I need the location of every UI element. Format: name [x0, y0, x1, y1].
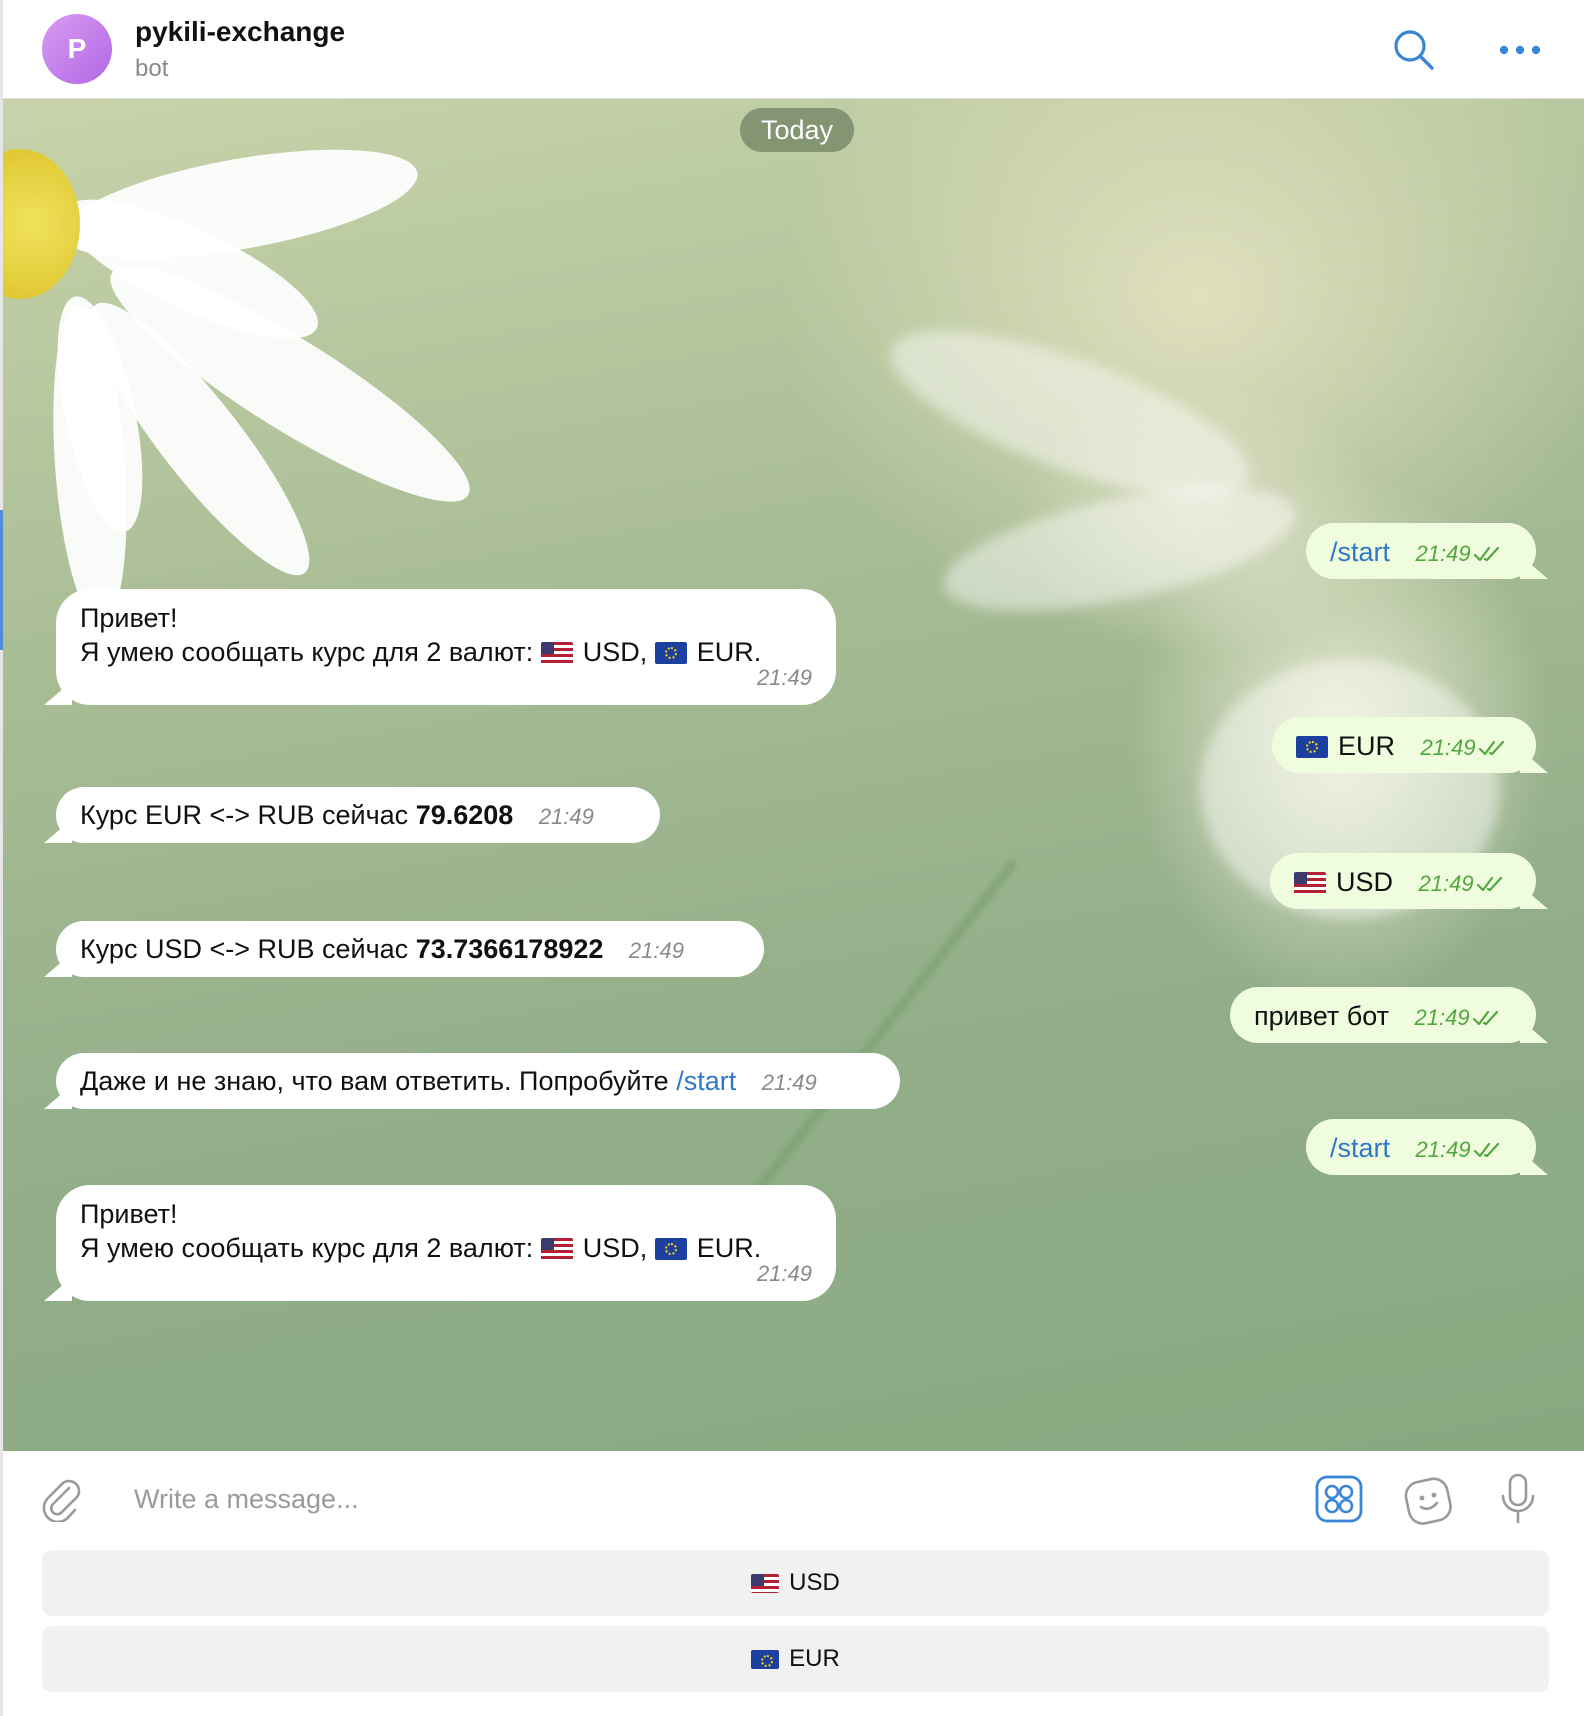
keyboard-grid-icon: [1315, 1475, 1363, 1523]
sticker-button[interactable]: [1402, 1473, 1456, 1527]
read-checks-icon: [1472, 1010, 1498, 1025]
command-link[interactable]: /start: [676, 1066, 736, 1096]
message-text: Даже и не знаю, что вам ответить. Попроб…: [80, 1066, 669, 1096]
message-time: 21:49: [1418, 871, 1474, 896]
avatar-letter: P: [67, 33, 87, 64]
command-link[interactable]: /start: [1330, 1133, 1390, 1163]
bot-keyboard-button[interactable]: [1313, 1473, 1365, 1525]
eu-flag-icon: [751, 1649, 780, 1669]
outgoing-message[interactable]: /start 21:49: [1306, 1119, 1548, 1175]
rate-value: 73.7366178922: [415, 934, 604, 964]
incoming-message[interactable]: Курс USD <-> RUB сейчас 73.7366178922 21…: [44, 921, 764, 977]
eu-flag-icon: [1296, 736, 1328, 758]
message-time: 21:49: [1420, 735, 1476, 760]
us-flag-icon: [540, 1238, 573, 1260]
window-edge-accent: [0, 510, 3, 650]
chat-header: P pykili-exchange bot: [0, 0, 1584, 99]
keyboard-button-label: EUR: [789, 1645, 840, 1672]
message-text: EUR: [1338, 731, 1396, 761]
message-line: Привет!: [80, 1199, 178, 1229]
command-link[interactable]: /start: [1330, 537, 1390, 567]
message-line: Привет!: [80, 603, 178, 633]
more-button[interactable]: [1496, 26, 1544, 74]
paperclip-icon: [42, 1479, 81, 1522]
outgoing-message[interactable]: USD 21:49: [1270, 853, 1548, 909]
date-separator: Today: [740, 108, 854, 152]
keyboard-button-label: USD: [789, 1569, 840, 1596]
message-time: 21:49: [628, 938, 684, 963]
message-text: Курс EUR <-> RUB сейчас: [80, 800, 409, 830]
outgoing-message[interactable]: /start 21:49: [1306, 523, 1548, 579]
read-checks-icon: [1478, 740, 1504, 755]
chat-subtitle: bot: [135, 55, 169, 82]
keyboard-button-eur[interactable]: EUR: [42, 1626, 1549, 1692]
read-checks-icon: [1473, 546, 1499, 561]
voice-record-button[interactable]: [1494, 1471, 1542, 1527]
read-checks-icon: [1476, 876, 1502, 891]
incoming-message[interactable]: Курс EUR <-> RUB сейчас 79.6208 21:49: [44, 787, 660, 843]
chat-area[interactable]: Today /start 21:49 Привет! Я умею сообща…: [0, 99, 1584, 1451]
incoming-message[interactable]: Привет! Я умею сообщать курс для 2 валют…: [44, 589, 836, 705]
message-time: 21:49: [1415, 1137, 1471, 1162]
microphone-icon: [1501, 1473, 1535, 1524]
search-icon: [1394, 30, 1434, 70]
message-input[interactable]: [132, 1473, 1286, 1525]
message-time: 21:49: [756, 665, 812, 690]
eu-flag-icon: [654, 642, 687, 664]
message-line: Я умею сообщать курс для 2 валют: USD, E…: [80, 1233, 762, 1263]
avatar[interactable]: P: [42, 14, 112, 84]
message-text: USD: [1336, 867, 1394, 897]
incoming-message[interactable]: Привет! Я умею сообщать курс для 2 валют…: [44, 1185, 836, 1301]
message-time: 21:49: [756, 1261, 812, 1286]
eu-flag-icon: [654, 1238, 687, 1260]
keyboard-button-usd[interactable]: USD: [42, 1550, 1549, 1616]
message-time: 21:49: [1414, 1005, 1470, 1030]
search-button[interactable]: [1390, 26, 1438, 74]
incoming-message[interactable]: Даже и не знаю, что вам ответить. Попроб…: [44, 1053, 900, 1109]
message-line: Я умею сообщать курс для 2 валют: USD, E…: [80, 637, 762, 667]
outgoing-message[interactable]: привет бот 21:49: [1230, 987, 1548, 1043]
us-flag-icon: [751, 1573, 780, 1593]
message-text: привет бот: [1254, 1001, 1389, 1031]
attach-button[interactable]: [36, 1473, 88, 1525]
message-composer: [0, 1451, 1584, 1545]
chat-title[interactable]: pykili-exchange: [135, 16, 345, 48]
sticker-icon: [1404, 1477, 1452, 1525]
read-checks-icon: [1473, 1142, 1499, 1157]
us-flag-icon: [540, 642, 573, 664]
more-icon: [1499, 45, 1541, 55]
us-flag-icon: [1294, 872, 1326, 894]
message-text: Курс USD <-> RUB сейчас: [80, 934, 409, 964]
rate-value: 79.6208: [415, 800, 514, 830]
window-edge: [0, 0, 3, 1716]
message-time: 21:49: [1415, 541, 1471, 566]
outgoing-message[interactable]: EUR 21:49: [1272, 717, 1548, 773]
message-time: 21:49: [761, 1070, 817, 1095]
message-time: 21:49: [538, 804, 594, 829]
